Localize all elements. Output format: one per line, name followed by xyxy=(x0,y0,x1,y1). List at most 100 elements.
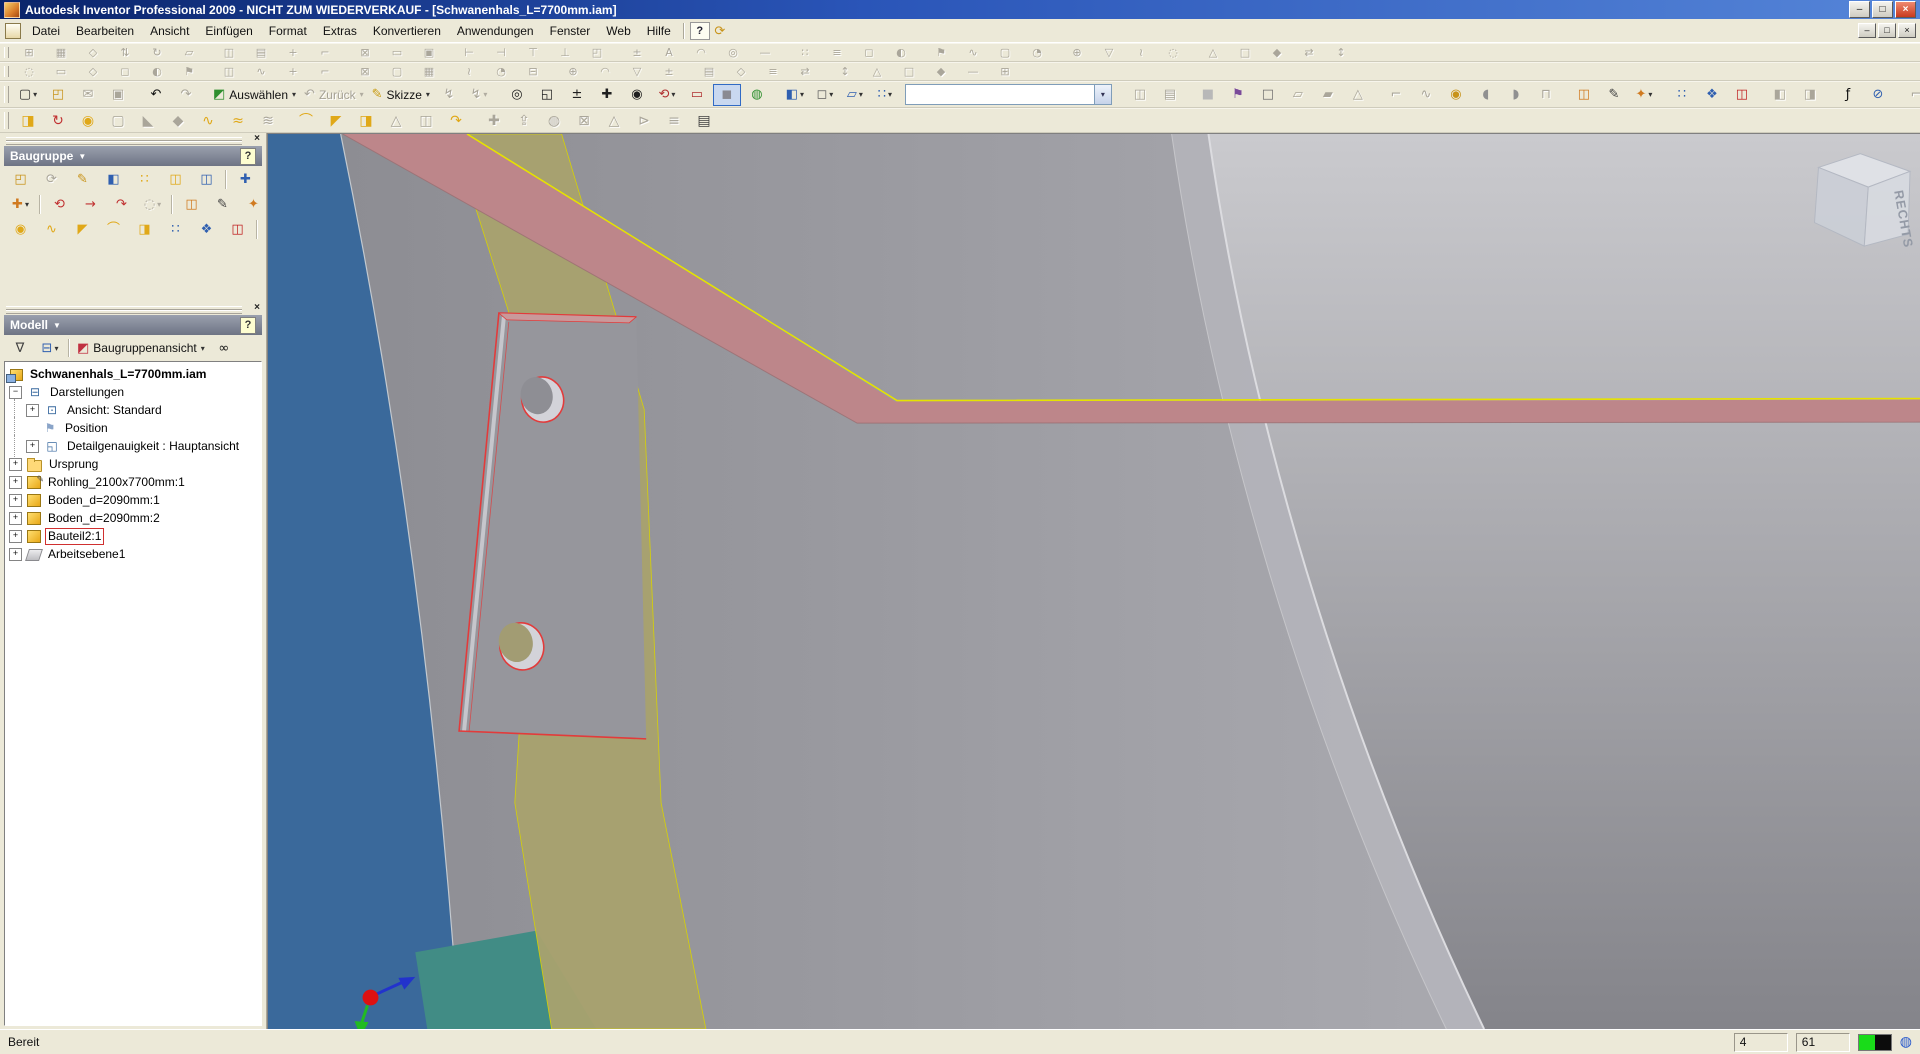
copy-component-button[interactable]: → xyxy=(76,193,105,216)
baugruppe-close-icon[interactable]: × xyxy=(254,134,260,144)
derive-component-button[interactable]: ◫ xyxy=(1570,84,1598,106)
r1-t23-button[interactable]: — xyxy=(750,44,780,61)
loft-button[interactable]: ◆ xyxy=(164,110,192,132)
modell-panel-handle[interactable]: × xyxy=(4,303,262,314)
tree-item-rohling[interactable]: + Rohling_2100x7700mm:1 xyxy=(6,472,260,491)
r2-t14-button[interactable]: ≀ xyxy=(454,63,484,80)
move-component-button[interactable]: ✚ ▾ xyxy=(6,193,35,216)
zoom-window-button[interactable]: ◱ xyxy=(533,84,561,106)
rotate-component-button[interactable]: ⟲ xyxy=(45,193,74,216)
derived-overlap-button[interactable]: ◫ xyxy=(177,193,206,216)
color-swatch-button[interactable]: ■ xyxy=(1194,84,1222,106)
paste-special-button[interactable]: ▤ xyxy=(1156,84,1184,106)
display-shaded-button[interactable]: ◼ xyxy=(712,83,741,106)
copy-components-button[interactable]: ◫ xyxy=(192,168,221,191)
tree-item-ursprung[interactable]: + Ursprung xyxy=(6,455,260,473)
parameter-combo[interactable]: ▾ xyxy=(904,84,1112,105)
work-plane-visibility-dropdown-icon[interactable]: ▾ xyxy=(859,90,863,99)
pattern-component-button[interactable]: ∷ xyxy=(130,168,159,191)
r1-t12-button[interactable]: ▭ xyxy=(382,44,412,61)
look-at-button[interactable]: ▭ xyxy=(683,84,711,106)
r1-t18-button[interactable]: ◰ xyxy=(582,44,612,61)
menu-item-konvertieren[interactable]: Konvertieren xyxy=(365,21,449,41)
r1-t33-button[interactable]: ▽ xyxy=(1094,44,1124,61)
new-sketch-button[interactable]: ✎ xyxy=(1600,84,1628,106)
work-features-dropdown-icon[interactable]: ▾ xyxy=(1648,90,1652,99)
r2-t22-button[interactable]: ◇ xyxy=(726,63,756,80)
fillet-assembly-button[interactable]: ⌒ xyxy=(99,218,128,241)
r2-t16-button[interactable]: ⊟ xyxy=(518,63,548,80)
work-features-button[interactable]: ✦ ▾ xyxy=(1630,84,1658,106)
r2-t18-button[interactable]: ◠ xyxy=(590,63,620,80)
step-tool-button[interactable]: ⌐ xyxy=(1902,84,1920,106)
tree-label-detailgenauigkeit[interactable]: Detailgenauigkeit : Hauptansicht xyxy=(64,439,242,454)
toolbar-grip[interactable] xyxy=(4,85,9,104)
r1-t02-button[interactable]: ▦ xyxy=(46,44,76,61)
bolted-connection-button[interactable]: ✚ xyxy=(231,168,260,191)
r1-t21-button[interactable]: ◠ xyxy=(686,44,716,61)
new-file-dropdown-icon[interactable]: ▾ xyxy=(33,90,37,99)
send-mail-button[interactable]: ✉ xyxy=(74,84,102,106)
shell-button[interactable]: ▢ xyxy=(104,110,132,132)
tree-label-arbeitsebene1[interactable]: Arbeitsebene1 xyxy=(45,547,128,562)
bom-list-button[interactable]: ▤ xyxy=(690,110,718,132)
move-face-assembly-button[interactable]: ◨ xyxy=(130,218,159,241)
redo-button[interactable]: ↷ xyxy=(172,84,200,106)
r1-t27-button[interactable]: ◐ xyxy=(886,44,916,61)
mirror-components-button[interactable]: ◫ xyxy=(161,168,190,191)
loft-tool-button[interactable]: ∿ xyxy=(1412,84,1440,106)
close-button[interactable]: × xyxy=(1895,1,1916,18)
r1-t36-button[interactable]: △ xyxy=(1198,44,1228,61)
hole-assembly-button[interactable]: ◉ xyxy=(6,218,35,241)
tree-find-button[interactable]: ∞ xyxy=(210,337,238,359)
open-file-button[interactable]: ◰ xyxy=(44,84,72,106)
r2-t06-button[interactable]: ⚑ xyxy=(174,63,204,80)
undo-button[interactable]: ↶ xyxy=(142,84,170,106)
tree-item-boden-1[interactable]: + Boden_d=2090mm:1 xyxy=(6,491,260,509)
r2-t15-button[interactable]: ◔ xyxy=(486,63,516,80)
save-button[interactable]: ▣ xyxy=(104,84,132,106)
modell-panel-header[interactable]: Modell ▼ ? xyxy=(4,315,262,335)
tree-view-mode-dropdown-icon[interactable]: ▾ xyxy=(201,344,205,353)
workspace-visibility-button[interactable]: ◻ ▾ xyxy=(811,84,839,106)
cap-right-button[interactable]: ◗ xyxy=(1502,84,1530,106)
material-flag-button[interactable]: ⚑ xyxy=(1224,84,1252,106)
r1-t09-button[interactable]: + xyxy=(278,44,308,61)
r1-t04-button[interactable]: ⇅ xyxy=(110,44,140,61)
r2-t03-button[interactable]: ◇ xyxy=(78,63,108,80)
global-update-button[interactable]: ↯ ▾ xyxy=(465,84,493,106)
orbit-button[interactable]: ⟲ ▾ xyxy=(653,84,681,106)
rect-pattern-button[interactable]: ∷ xyxy=(1668,84,1696,106)
restore-button[interactable]: □ xyxy=(1872,1,1893,18)
child-close-button[interactable]: × xyxy=(1898,23,1916,38)
tree-expander-ursprung[interactable]: + xyxy=(9,457,22,471)
new-file-button[interactable]: ▢ ▾ xyxy=(14,84,42,106)
mirror-feature-button[interactable]: ◫ xyxy=(1728,84,1756,106)
mirror-assembly-button[interactable]: ◫ xyxy=(223,218,252,241)
document-icon[interactable] xyxy=(5,22,21,39)
tree-label-darstellungen[interactable]: Darstellungen xyxy=(47,385,127,400)
paste-component-button[interactable]: ↷ xyxy=(107,193,136,216)
gray-cube-b-button[interactable]: ◨ xyxy=(1796,84,1824,106)
clamp-tool-button[interactable]: ⊓ xyxy=(1532,84,1560,106)
component-visibility-dropdown-icon[interactable]: ▾ xyxy=(800,90,804,99)
delete-face-button[interactable]: ⊠ xyxy=(570,110,598,132)
tree-expander-detailgenauigkeit[interactable]: + xyxy=(26,439,39,453)
menu-item-extras[interactable]: Extras xyxy=(315,21,365,41)
r2-t28-button[interactable]: ◆ xyxy=(926,63,956,80)
r1-t14-button[interactable]: ⊢ xyxy=(454,44,484,61)
move-component-dropdown-icon[interactable]: ▾ xyxy=(25,200,29,209)
tree-label-rohling[interactable]: Rohling_2100x7700mm:1 xyxy=(45,475,188,490)
minimize-button[interactable]: – xyxy=(1849,1,1870,18)
r1-t11-button[interactable]: ⊠ xyxy=(350,44,380,61)
place-component-button[interactable]: ◰ xyxy=(6,168,35,191)
chamfer-assembly-button[interactable]: ◤ xyxy=(68,218,97,241)
sketch-dropdown-icon[interactable]: ▾ xyxy=(426,90,430,99)
hole-button[interactable]: ◉ xyxy=(74,110,102,132)
global-update-dropdown-icon[interactable]: ▾ xyxy=(483,90,487,99)
r2-t05-button[interactable]: ◐ xyxy=(142,63,172,80)
r1-t28-button[interactable]: ⚑ xyxy=(926,44,956,61)
r1-t15-button[interactable]: ⊣ xyxy=(486,44,516,61)
modell-help-icon[interactable]: ? xyxy=(240,316,256,334)
select-set-dropdown-icon[interactable]: ▾ xyxy=(157,200,161,209)
